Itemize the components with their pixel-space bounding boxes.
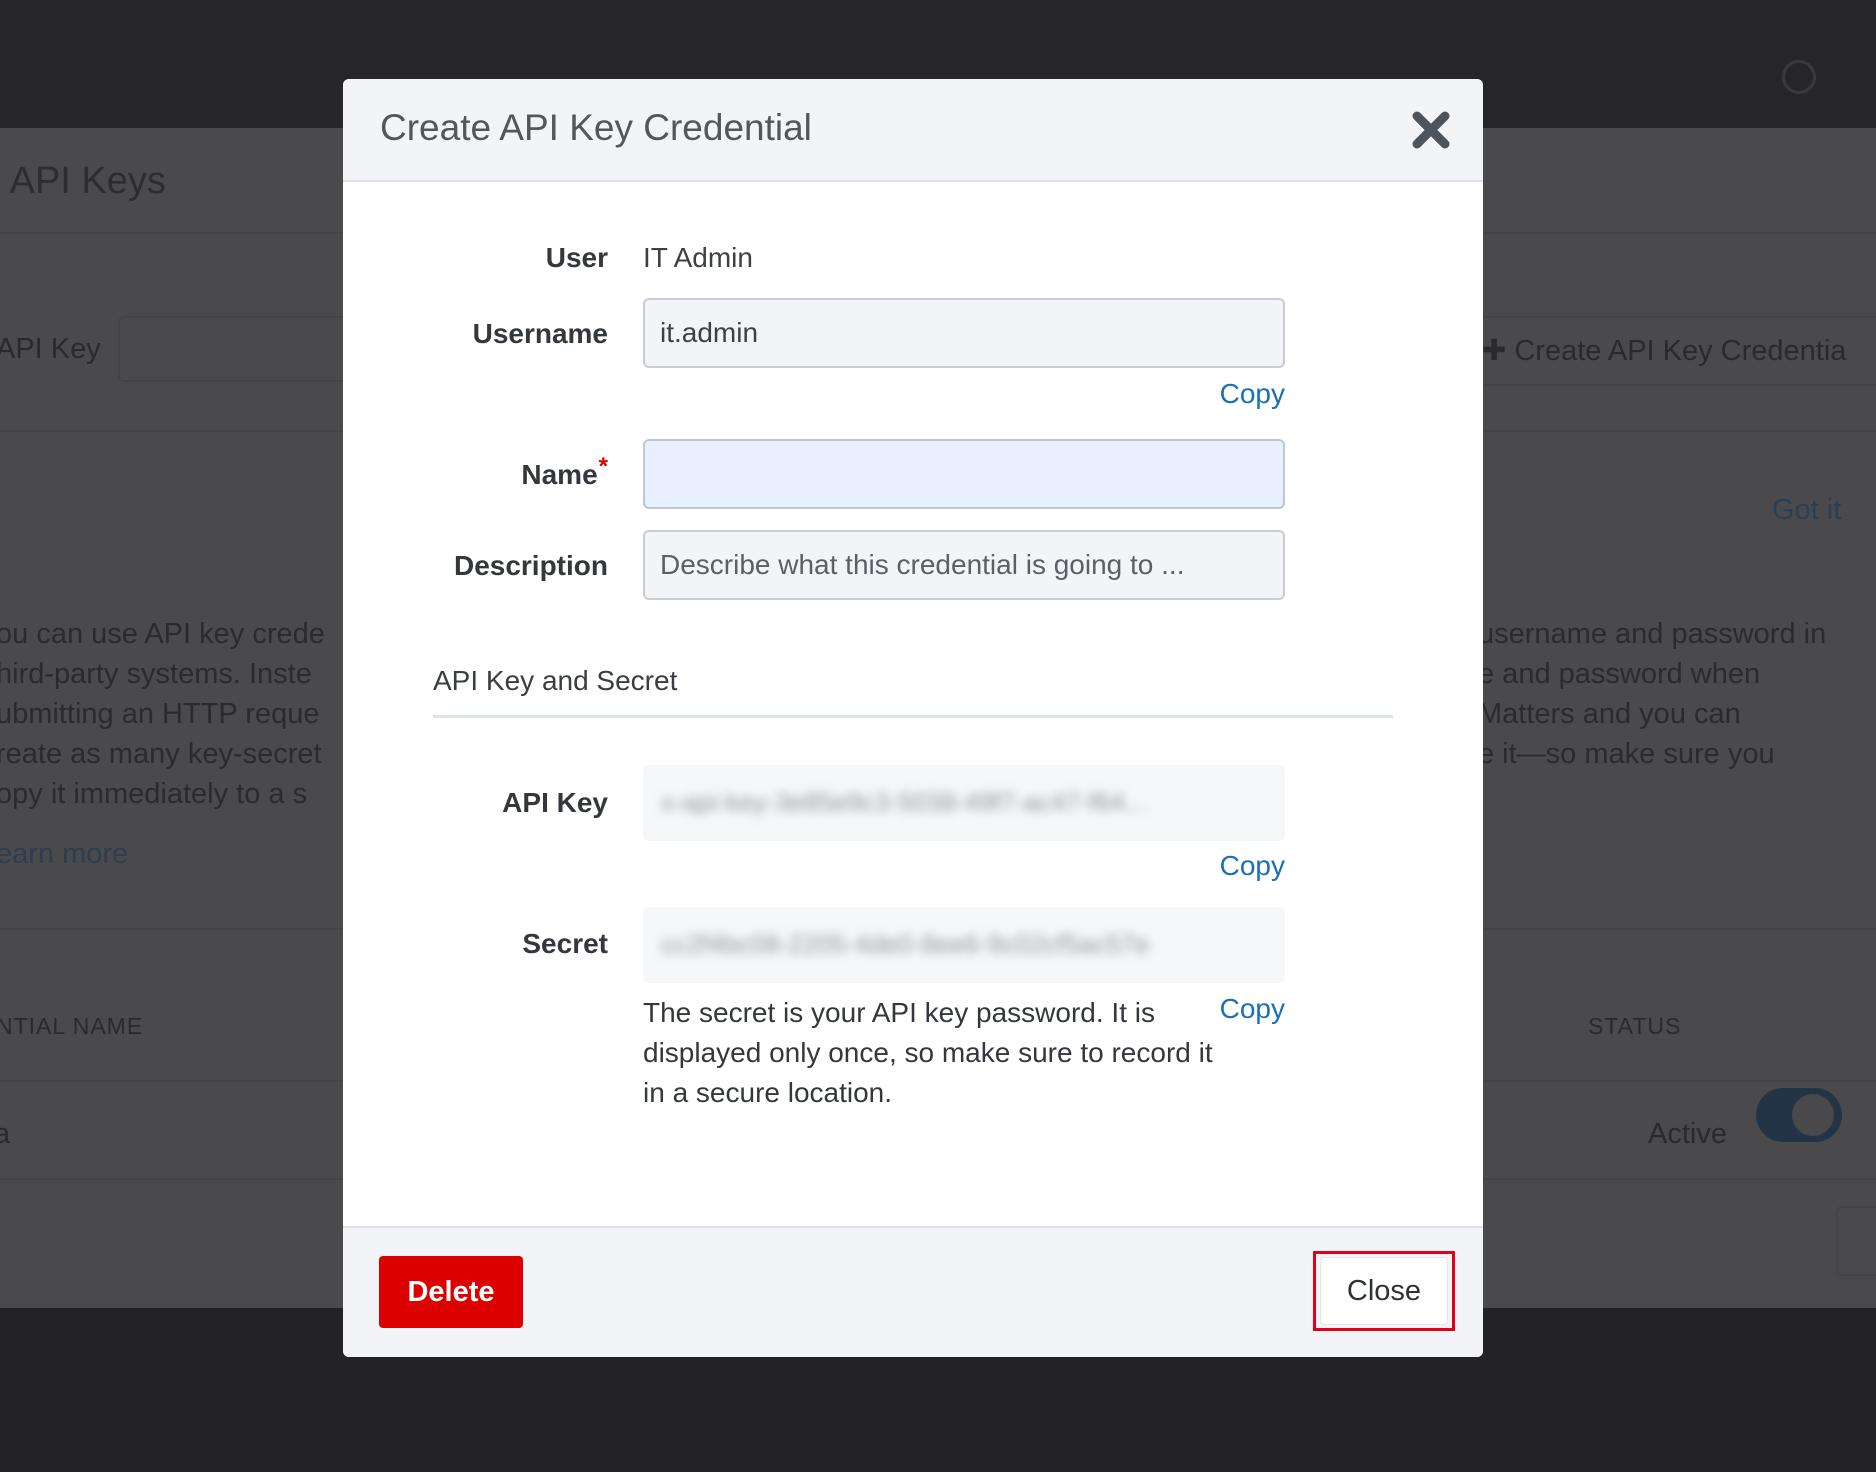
info-text-left-4: reate as many key-secret: [0, 738, 322, 770]
api-key-value: x-api-key-3e85e9c3-5038-49f7-ac47-f64...: [661, 787, 1147, 817]
got-it-link: Got it: [1772, 494, 1842, 526]
info-text-left-3: ubmitting an HTTP reque: [0, 698, 320, 730]
column-header-status: STATUS: [1588, 1013, 1682, 1039]
secret-note: The secret is your API key password. It …: [643, 997, 1213, 1108]
page-title: e API Keys: [0, 160, 166, 202]
api-key-label: API Key: [502, 787, 608, 818]
user-avatar-icon: [1782, 60, 1816, 94]
username-field[interactable]: it.admin: [643, 298, 1285, 368]
info-text-left-5: opy it immediately to a s: [0, 778, 308, 810]
secret-field[interactable]: cc2f4bc08-2205-4de0-8ee6-9c02cf5ac57e: [643, 907, 1285, 983]
description-input[interactable]: Describe what this credential is going t…: [643, 530, 1285, 600]
dialog-title: Create API Key Credential: [380, 107, 812, 148]
copy-api-key-link[interactable]: Copy: [1220, 850, 1285, 882]
username-label: Username: [472, 318, 608, 349]
learn-more-link: earn more: [0, 838, 129, 870]
create-credential-label: ✚ Create API Key Credentia: [1482, 335, 1847, 367]
info-text-right-4: e it—so make sure you: [1478, 738, 1775, 770]
info-text-left-1: ou can use API key crede: [0, 618, 325, 650]
dialog-header: Create API Key Credential: [343, 79, 1483, 182]
info-text-right-3: Matters and you can: [1478, 698, 1741, 730]
delete-button[interactable]: Delete: [379, 1256, 523, 1328]
secret-label: Secret: [522, 928, 608, 959]
filter-label: API Key: [0, 333, 101, 365]
description-label: Description: [453, 550, 608, 581]
copy-secret-link[interactable]: Copy: [1220, 993, 1285, 1025]
user-value: IT Admin: [643, 242, 753, 273]
row-name: a: [0, 1118, 11, 1150]
name-label: Name*: [521, 453, 608, 490]
api-key-field[interactable]: x-api-key-3e85e9c3-5038-49f7-ac47-f64...: [643, 765, 1285, 841]
status-toggle-knob: [1792, 1094, 1834, 1136]
info-text-right-2: e and password when: [1478, 658, 1761, 690]
dialog-footer: Delete Close: [343, 1226, 1483, 1357]
copy-username-link[interactable]: Copy: [1220, 378, 1285, 410]
row-status: Active: [1648, 1118, 1727, 1150]
name-input[interactable]: [643, 439, 1285, 509]
search-input: [118, 316, 378, 382]
required-asterisk: *: [598, 453, 608, 480]
plus-icon: ✚: [1482, 335, 1515, 367]
column-header-name: NTIAL NAME: [0, 1013, 144, 1039]
secret-value: cc2f4bc08-2205-4de0-8ee6-9c02cf5ac57e: [661, 929, 1150, 959]
close-x-icon[interactable]: [1408, 107, 1454, 153]
info-text-left-2: hird-party systems. Inste: [0, 658, 312, 690]
section-title: API Key and Secret: [433, 665, 678, 696]
user-label: User: [545, 242, 608, 273]
close-button[interactable]: Close: [1320, 1257, 1448, 1325]
section-divider: [433, 715, 1393, 718]
pagination-button: [1836, 1206, 1876, 1276]
info-text-right-1: username and password in: [1478, 618, 1827, 650]
create-api-key-dialog: Create API Key Credential User IT Admin …: [343, 79, 1483, 1357]
